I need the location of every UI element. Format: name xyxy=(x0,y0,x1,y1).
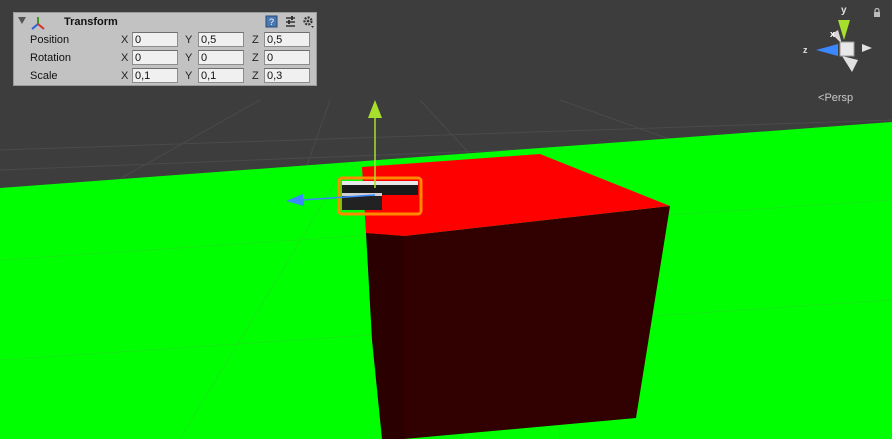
help-book-icon[interactable]: ? xyxy=(265,15,278,28)
position-row: Position X Y Z xyxy=(14,32,316,50)
rotation-y-field[interactable] xyxy=(198,50,244,65)
projection-toggle[interactable]: <Persp xyxy=(818,92,853,104)
position-label: Position xyxy=(30,34,70,46)
transform-icon xyxy=(31,17,45,30)
orient-x-label: x xyxy=(830,29,835,39)
svg-text:?: ? xyxy=(269,17,274,27)
rotation-x-axis-label[interactable]: X xyxy=(121,52,128,64)
rotation-y-axis-label[interactable]: Y xyxy=(185,52,192,64)
gear-icon[interactable] xyxy=(302,15,315,28)
rotation-x-field[interactable] xyxy=(132,50,178,65)
scale-z-field[interactable] xyxy=(264,68,310,83)
preset-sliders-icon[interactable] xyxy=(284,15,297,28)
rotation-row: Rotation X Y Z xyxy=(14,50,316,68)
scale-row: Scale X Y Z xyxy=(14,68,316,86)
scale-label: Scale xyxy=(30,70,58,82)
lock-icon[interactable] xyxy=(873,8,881,18)
transform-panel: Transform ? Position X Y Z Rotation X Y xyxy=(13,12,317,86)
rotation-label: Rotation xyxy=(30,52,71,64)
position-z-axis-label[interactable]: Z xyxy=(252,34,259,46)
scale-z-axis-label[interactable]: Z xyxy=(252,70,259,82)
position-y-field[interactable] xyxy=(198,32,244,47)
selected-box-highlight xyxy=(342,181,418,185)
foldout-arrow-icon[interactable] xyxy=(18,17,26,24)
position-z-field[interactable] xyxy=(264,32,310,47)
panel-header: Transform ? xyxy=(14,13,316,32)
cube-side[interactable] xyxy=(366,206,670,439)
orient-z-label: z xyxy=(803,45,808,55)
position-x-axis-label[interactable]: X xyxy=(121,34,128,46)
rotation-z-axis-label[interactable]: Z xyxy=(252,52,259,64)
orient-center-cube-icon[interactable] xyxy=(839,41,855,57)
scale-y-field[interactable] xyxy=(198,68,244,83)
position-x-field[interactable] xyxy=(132,32,178,47)
position-y-axis-label[interactable]: Y xyxy=(185,34,192,46)
rotation-z-field[interactable] xyxy=(264,50,310,65)
scale-y-axis-label[interactable]: Y xyxy=(185,70,192,82)
orient-y-label: y xyxy=(841,5,847,16)
scale-x-field[interactable] xyxy=(132,68,178,83)
projection-label: Persp xyxy=(824,92,854,104)
scale-x-axis-label[interactable]: X xyxy=(121,70,128,82)
panel-title: Transform xyxy=(64,16,118,28)
